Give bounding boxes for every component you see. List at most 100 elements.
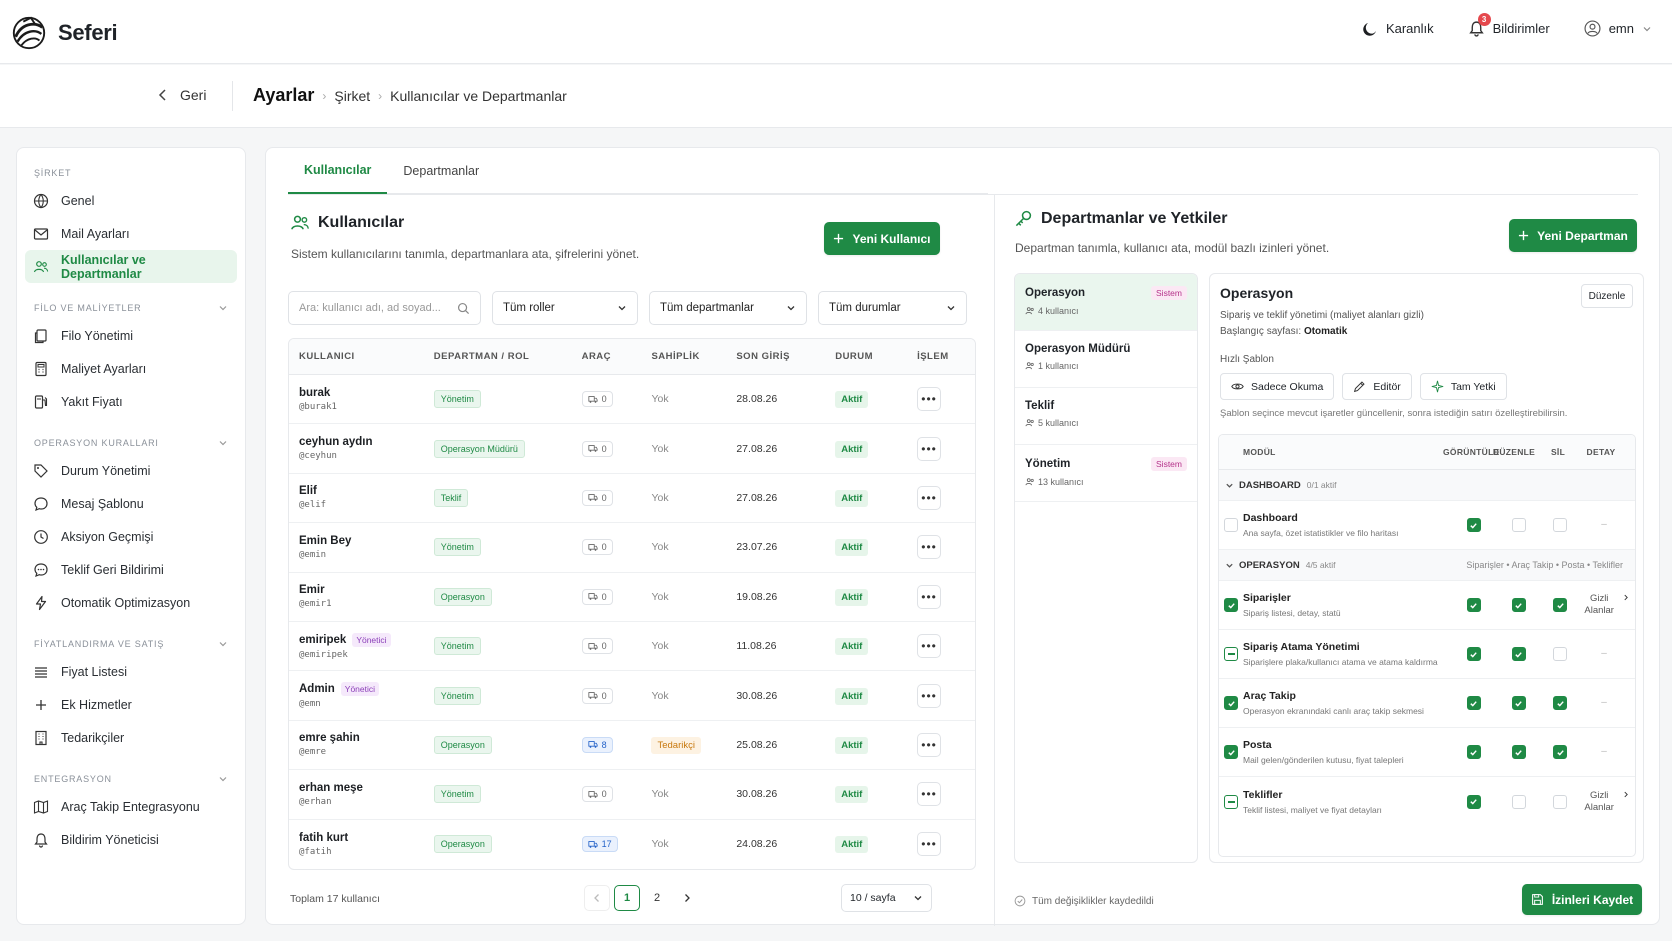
vehicle-count-badge[interactable]: 0: [581, 786, 613, 803]
sidebar-item-message-template[interactable]: Mesaj Şablonu: [25, 487, 237, 520]
sidebar-section-title[interactable]: ENTEGRASYON: [17, 768, 245, 790]
vehicle-count-badge[interactable]: 17: [581, 836, 618, 853]
row-actions-button[interactable]: •••: [917, 436, 942, 461]
preset-read-only-button[interactable]: Sadece Okuma: [1220, 373, 1335, 400]
permission-group-header[interactable]: DASHBOARD 0/1 aktif: [1219, 470, 1635, 501]
edit-permission-checkbox[interactable]: [1511, 794, 1526, 809]
page-1-button[interactable]: 1: [614, 885, 640, 911]
vehicle-count-badge[interactable]: 0: [581, 638, 613, 655]
sidebar-item-action-history[interactable]: Aksiyon Geçmişi: [25, 520, 237, 553]
edit-permission-checkbox[interactable]: [1511, 745, 1526, 759]
save-permissions-button[interactable]: İzinleri Kaydet: [1522, 884, 1642, 915]
sidebar-section-title[interactable]: FİYATLANDIRMA VE SATIŞ: [17, 633, 245, 655]
vehicle-count-badge[interactable]: 0: [581, 687, 613, 704]
vehicle-count-badge[interactable]: 0: [581, 588, 613, 605]
row-select-checkbox[interactable]: [1224, 794, 1238, 809]
notifications-button[interactable]: 3 Bildirimler: [1468, 13, 1550, 37]
sidebar-item-users-departments[interactable]: Kullanıcılar ve Departmanlar: [25, 250, 237, 283]
tab-users[interactable]: Kullanıcılar: [288, 148, 388, 194]
edit-permission-checkbox[interactable]: [1511, 696, 1526, 710]
row-select-checkbox[interactable]: [1224, 647, 1238, 661]
edit-permission-checkbox[interactable]: [1511, 647, 1526, 661]
sidebar-item-fuel-price[interactable]: Yakıt Fiyatı: [25, 385, 237, 418]
delete-permission-checkbox[interactable]: [1553, 696, 1567, 710]
status-badge: Aktif: [835, 539, 869, 557]
prev-page-button[interactable]: [584, 885, 610, 911]
per-page-select[interactable]: 10 / sayfa: [841, 884, 932, 912]
row-actions-button[interactable]: •••: [917, 732, 942, 757]
role-badge: Operasyon: [433, 587, 492, 606]
delete-permission-checkbox[interactable]: [1553, 794, 1567, 809]
hidden-fields-button[interactable]: Gizli Alanlar: [1579, 790, 1629, 814]
role-filter-select[interactable]: Tüm roller: [492, 291, 638, 325]
sidebar-section-title[interactable]: FİLO VE MALİYETLER: [17, 297, 245, 319]
vehicle-count-badge[interactable]: 0: [581, 489, 613, 506]
theme-toggle[interactable]: Karanlık: [1362, 21, 1434, 37]
delete-permission-checkbox[interactable]: [1553, 745, 1567, 759]
edit-permission-checkbox[interactable]: [1511, 518, 1526, 532]
row-actions-button[interactable]: •••: [917, 387, 942, 412]
edit-permission-checkbox[interactable]: [1511, 598, 1526, 612]
department-list-item[interactable]: Teklif 5 kullanıcı: [1015, 388, 1197, 445]
new-user-button[interactable]: Yeni Kullanıcı: [824, 222, 940, 255]
next-page-button[interactable]: [674, 885, 700, 911]
sidebar-item-fleet[interactable]: Filo Yönetimi: [25, 319, 237, 352]
view-permission-checkbox[interactable]: [1466, 518, 1481, 532]
tab-departments[interactable]: Departmanlar: [387, 148, 495, 194]
row-select-checkbox[interactable]: [1224, 696, 1238, 710]
row-actions-button[interactable]: •••: [917, 634, 942, 659]
sidebar-item-offer-feedback[interactable]: Teklif Geri Bildirimi: [25, 553, 237, 586]
search-box[interactable]: [288, 291, 481, 325]
view-permission-checkbox[interactable]: [1466, 696, 1481, 710]
preset-editor-button[interactable]: Editör: [1342, 373, 1412, 400]
vehicle-count-badge[interactable]: 0: [581, 539, 613, 556]
sidebar-item-suppliers[interactable]: Tedarikçiler: [25, 721, 237, 754]
department-list-item[interactable]: Yönetim Sistem 13 kullanıcı: [1015, 445, 1197, 502]
preset-full-access-button[interactable]: Tam Yetki: [1419, 373, 1507, 400]
sidebar-section-title[interactable]: OPERASYON KURALLARI: [17, 432, 245, 454]
department-list-item[interactable]: Operasyon Sistem 4 kullanıcı: [1015, 274, 1197, 331]
row-actions-button[interactable]: •••: [917, 782, 942, 807]
department-filter-select[interactable]: Tüm departmanlar: [649, 291, 807, 325]
breadcrumb-company[interactable]: Şirket: [334, 88, 370, 104]
row-actions-button[interactable]: •••: [917, 832, 942, 857]
sidebar-item-vehicle-tracking-integration[interactable]: Araç Takip Entegrasyonu: [25, 790, 237, 823]
back-button[interactable]: Geri: [158, 87, 206, 103]
sidebar-item-status-management[interactable]: Durum Yönetimi: [25, 454, 237, 487]
view-permission-checkbox[interactable]: [1466, 794, 1481, 809]
edit-department-button[interactable]: Düzenle: [1581, 284, 1633, 308]
sidebar-item-notification-manager[interactable]: Bildirim Yöneticisi: [25, 823, 237, 856]
new-department-button[interactable]: Yeni Departman: [1509, 219, 1637, 252]
row-actions-button[interactable]: •••: [917, 535, 942, 560]
view-permission-checkbox[interactable]: [1466, 745, 1481, 759]
sidebar-item-extra-services[interactable]: Ek Hizmetler: [25, 688, 237, 721]
delete-permission-checkbox[interactable]: [1553, 598, 1567, 612]
row-actions-button[interactable]: •••: [917, 584, 942, 609]
delete-permission-checkbox[interactable]: [1553, 518, 1567, 532]
row-actions-button[interactable]: •••: [917, 485, 942, 510]
view-permission-checkbox[interactable]: [1466, 647, 1481, 661]
delete-permission-checkbox[interactable]: [1553, 647, 1567, 661]
view-permission-checkbox[interactable]: [1466, 598, 1481, 612]
row-actions-button[interactable]: •••: [917, 683, 942, 708]
page-2-button[interactable]: 2: [644, 885, 670, 911]
hidden-fields-button[interactable]: Gizli Alanlar: [1579, 593, 1629, 617]
user-menu[interactable]: emn: [1584, 20, 1652, 37]
vehicle-count-badge[interactable]: 0: [581, 391, 613, 408]
sidebar-item-price-list[interactable]: Fiyat Listesi: [25, 655, 237, 688]
status-filter-select[interactable]: Tüm durumlar: [818, 291, 967, 325]
divider: [232, 81, 233, 111]
search-input[interactable]: [299, 302, 449, 314]
sidebar-item-general[interactable]: Genel: [25, 184, 237, 217]
sidebar-item-mail-settings[interactable]: Mail Ayarları: [25, 217, 237, 250]
row-select-checkbox[interactable]: [1224, 598, 1238, 612]
row-select-checkbox[interactable]: [1224, 745, 1238, 759]
department-list-item[interactable]: Operasyon Müdürü 1 kullanıcı: [1015, 331, 1197, 388]
vehicle-count-badge[interactable]: 8: [581, 736, 613, 753]
sidebar-item-auto-optimization[interactable]: Otomatik Optimizasyon: [25, 586, 237, 619]
row-select-checkbox[interactable]: [1224, 518, 1238, 532]
sidebar-item-cost-settings[interactable]: Maliyet Ayarları: [25, 352, 237, 385]
app-logo[interactable]: Seferi: [10, 14, 118, 52]
permission-group-header[interactable]: OPERASYON 4/5 aktif Siparişler • Araç Taki…: [1219, 550, 1635, 581]
vehicle-count-badge[interactable]: 0: [581, 440, 613, 457]
